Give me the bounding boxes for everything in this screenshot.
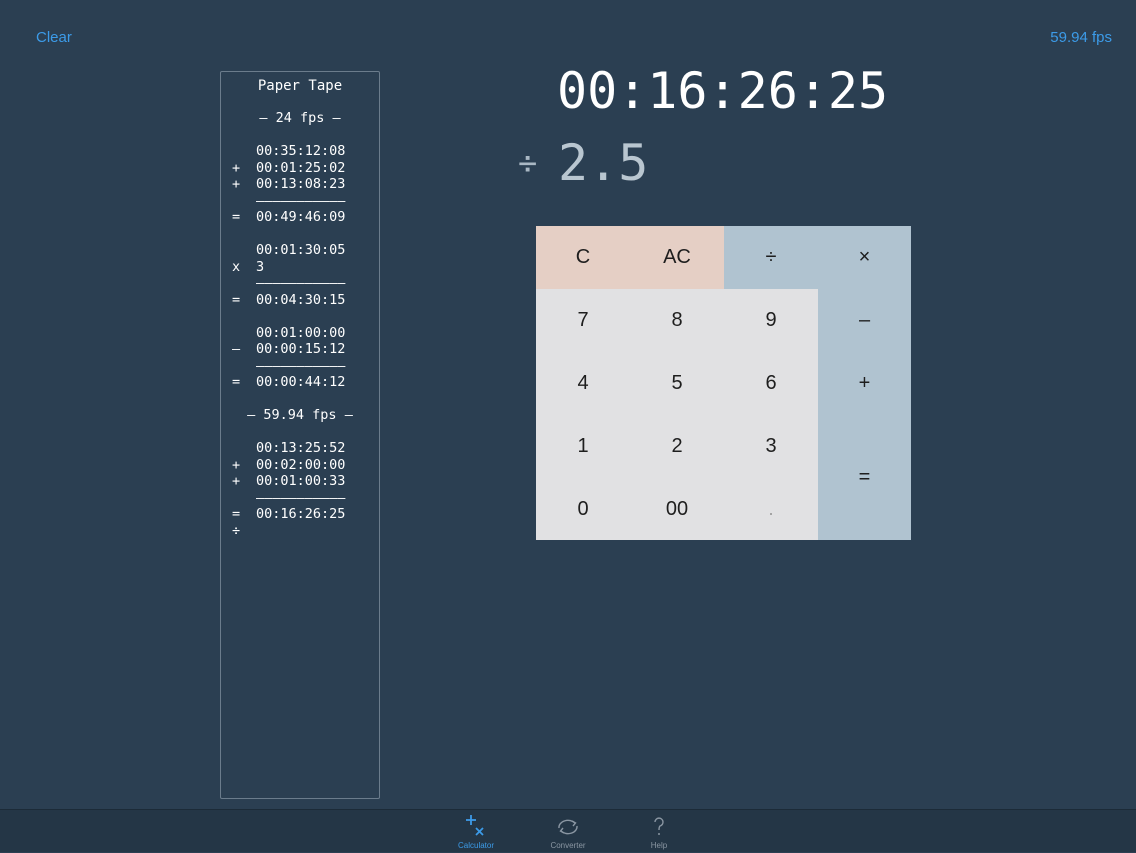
- tape-operator: ÷: [232, 522, 241, 539]
- tab-help-label: Help: [650, 841, 668, 850]
- multiply-key[interactable]: ×: [818, 226, 911, 289]
- paper-tape[interactable]: Paper Tape – 24 fps –00:35:12:08 +00:01:2…: [220, 71, 380, 799]
- tab-bar: Calculator Converter Help: [0, 809, 1136, 852]
- tape-operator: =: [232, 209, 241, 225]
- tape-value: 3: [256, 258, 265, 275]
- entry-display: 2.5: [558, 134, 649, 192]
- tab-converter[interactable]: Converter: [538, 810, 598, 853]
- tape-line: +00:02:00:00: [221, 457, 379, 474]
- tape-line: ———————————: [221, 193, 379, 210]
- tape-operator: –: [232, 341, 241, 357]
- add-key[interactable]: +: [818, 352, 911, 415]
- tape-line: = 00:16:26:25: [221, 506, 379, 523]
- tape-section-header: – 24 fps –: [259, 110, 341, 126]
- tape-line: +00:01:25:02: [221, 160, 379, 177]
- tape-value: 00:01:00:33: [256, 473, 346, 489]
- tape-line: [221, 391, 379, 408]
- tape-line: – 59.94 fps –: [221, 407, 379, 424]
- divide-key[interactable]: ÷: [724, 226, 818, 289]
- digit-4-key[interactable]: 4: [536, 352, 630, 415]
- plus-times-icon: [463, 814, 489, 840]
- paper-tape-title: Paper Tape: [257, 78, 343, 94]
- digit-5-key[interactable]: 5: [630, 352, 724, 415]
- tape-value: 00:13:25:52: [256, 440, 346, 456]
- tape-operator: +: [232, 159, 241, 176]
- tape-line: [221, 424, 379, 441]
- tape-line: [221, 308, 379, 325]
- equals-key[interactable]: =: [818, 415, 911, 540]
- tape-value: 00:02:00:00: [256, 456, 346, 473]
- tape-value: 00:01:30:05: [256, 242, 346, 258]
- keypad: C AC ÷ × 7 8 9 – 4 5 6 + 1 2 3 = 0 00 .: [536, 226, 911, 540]
- subtract-key[interactable]: –: [818, 289, 911, 352]
- tape-operator: x: [232, 258, 241, 275]
- tape-operator: +: [232, 176, 241, 192]
- decimal-point-key[interactable]: .: [724, 478, 818, 540]
- tape-value: 00:01:25:02: [256, 159, 346, 176]
- tape-value: 00:16:26:25: [256, 506, 346, 522]
- tape-line: 00:13:25:52: [221, 440, 379, 457]
- tape-operator: =: [232, 506, 241, 522]
- tape-line: 00:35:12:08: [221, 143, 379, 160]
- clear-entry-key[interactable]: C: [536, 226, 630, 289]
- tape-line: ———————————: [221, 490, 379, 507]
- pending-operator: ÷: [518, 144, 538, 182]
- digit-0-key[interactable]: 0: [536, 478, 630, 540]
- tape-section-header: – 59.94 fps –: [247, 407, 353, 423]
- tape-line: = 00:00:44:12: [221, 374, 379, 391]
- digit-1-key[interactable]: 1: [536, 415, 630, 478]
- tape-value: 00:00:44:12: [256, 374, 346, 390]
- tape-operator: =: [232, 374, 241, 390]
- paper-tape-lines: – 24 fps –00:35:12:08 +00:01:25:02 +00:13:…: [221, 110, 379, 539]
- digit-3-key[interactable]: 3: [724, 415, 818, 478]
- tape-operator: +: [232, 473, 241, 489]
- digit-2-key[interactable]: 2: [630, 415, 724, 478]
- clear-button[interactable]: Clear: [36, 29, 72, 46]
- digit-8-key[interactable]: 8: [630, 289, 724, 352]
- tape-line: ÷: [221, 523, 379, 540]
- digit-6-key[interactable]: 6: [724, 352, 818, 415]
- tape-line: –00:00:15:12: [221, 341, 379, 358]
- question-mark-icon: [646, 814, 672, 840]
- tape-line: = 00:49:46:09: [221, 209, 379, 226]
- tape-line: ———————————: [221, 358, 379, 375]
- tape-line: +00:01:00:33: [221, 473, 379, 490]
- tab-help[interactable]: Help: [629, 810, 689, 853]
- tape-value: 00:35:12:08: [256, 143, 346, 159]
- tape-line: – 24 fps –: [221, 110, 379, 127]
- frame-rate-button[interactable]: 59.94 fps: [1050, 29, 1112, 46]
- tape-value: 00:01:00:00: [256, 324, 346, 341]
- tape-line: x3: [221, 259, 379, 276]
- tape-line: = 00:04:30:15: [221, 292, 379, 309]
- digit-9-key[interactable]: 9: [724, 289, 818, 352]
- cycle-arrows-icon: [555, 814, 581, 840]
- tape-value: ———————————: [256, 192, 346, 209]
- tab-calculator-label: Calculator: [457, 841, 494, 850]
- digit-7-key[interactable]: 7: [536, 289, 630, 352]
- tape-line: +00:13:08:23: [221, 176, 379, 193]
- tape-line: ———————————: [221, 275, 379, 292]
- tape-value: ———————————: [256, 275, 346, 291]
- tape-line: [221, 127, 379, 144]
- tape-value: 00:49:46:09: [256, 209, 346, 225]
- tape-line: 00:01:30:05: [221, 242, 379, 259]
- main-display: 00:16:26:25: [557, 62, 889, 120]
- tape-operator: =: [232, 291, 241, 308]
- tape-value: 00:04:30:15: [256, 291, 346, 308]
- tape-value: ———————————: [256, 489, 346, 506]
- tab-calculator[interactable]: Calculator: [446, 810, 506, 853]
- tape-value: ———————————: [256, 357, 346, 374]
- all-clear-key[interactable]: AC: [630, 226, 724, 289]
- tape-line: 00:01:00:00: [221, 325, 379, 342]
- tape-value: 00:13:08:23: [256, 176, 346, 192]
- tab-converter-label: Converter: [550, 841, 586, 850]
- tape-value: 00:00:15:12: [256, 341, 346, 357]
- tape-line: [221, 226, 379, 243]
- tape-operator: +: [232, 456, 241, 473]
- double-zero-key[interactable]: 00: [630, 478, 724, 540]
